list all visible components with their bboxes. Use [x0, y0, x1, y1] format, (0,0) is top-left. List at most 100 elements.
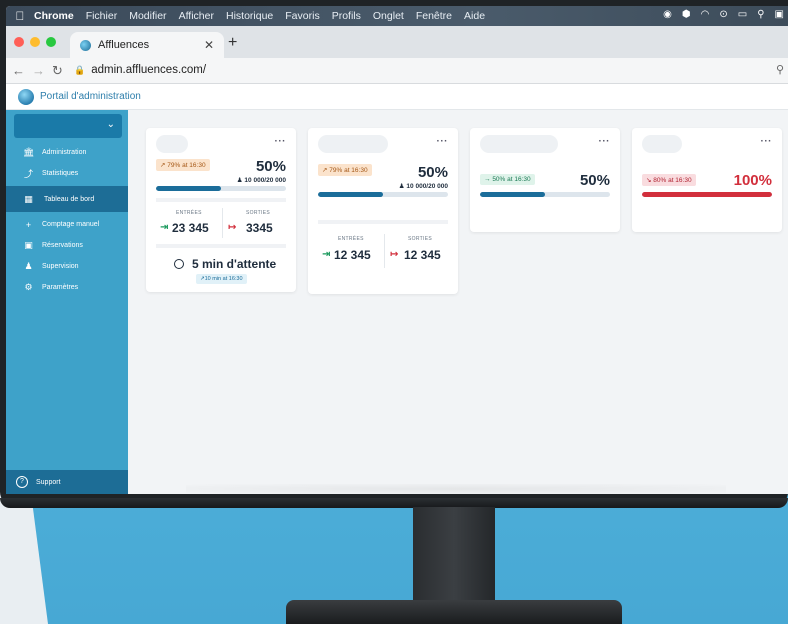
- occupancy-bar: [156, 186, 286, 191]
- card-divider: [156, 244, 286, 248]
- capacity-text: 10 000/20 000: [406, 183, 448, 190]
- wait-trend-badge: ↗10 min at 16:30: [196, 274, 247, 284]
- entries-value: 12 345: [334, 248, 371, 262]
- sidebar-item-label: Tableau de bord: [44, 195, 95, 203]
- sidebar-item-statistiques[interactable]: ⤴ Statistiques: [6, 163, 128, 184]
- occupancy-bar: [642, 192, 772, 197]
- support-link[interactable]: ? Support: [6, 470, 128, 494]
- url-text: admin.affluences.com/: [91, 64, 207, 76]
- card-title-placeholder: [480, 135, 558, 153]
- window-controls: [14, 37, 56, 47]
- trend-badge: ↘ 80% at 16:30: [642, 174, 696, 186]
- apple-icon[interactable]: : [6, 9, 34, 23]
- wait-time: 5 min d'attente: [192, 257, 277, 271]
- occupancy-bar-fill: [318, 192, 383, 197]
- exits-label: SORTIES: [246, 210, 270, 216]
- sidebar: ⌄ 🏛 Administration ⤴ Statistiques ▦ Tabl…: [6, 110, 128, 494]
- more-options-icon[interactable]: ···: [275, 136, 287, 147]
- occupancy-bar-fill: [642, 192, 772, 197]
- close-tab-icon[interactable]: ✕: [204, 38, 214, 52]
- app-header: Portail d'administration: [6, 84, 788, 110]
- bank-icon: 🏛: [23, 147, 35, 157]
- sidebar-item-comptage-manuel[interactable]: + Comptage manuel: [6, 214, 128, 235]
- people-icon: ♟: [24, 261, 33, 271]
- menu-aide[interactable]: Aide: [464, 10, 485, 22]
- portal-title[interactable]: Portail d'administration: [40, 91, 141, 102]
- occupancy-percent: 100%: [733, 172, 772, 189]
- sidebar-item-label: Statistiques: [42, 170, 79, 177]
- affluences-logo[interactable]: [18, 89, 34, 105]
- site-card-3[interactable]: ··· → 50% at 16:30 50%: [470, 128, 620, 232]
- occupancy-bar: [480, 192, 610, 197]
- screen-shadow: [186, 484, 726, 494]
- close-window-icon[interactable]: [14, 37, 24, 47]
- more-options-icon[interactable]: ···: [599, 136, 611, 147]
- zoom-search-icon[interactable]: ⚲: [776, 63, 784, 76]
- back-icon[interactable]: ←: [12, 63, 25, 78]
- support-label: Support: [36, 478, 61, 486]
- monitor-bezel: [0, 498, 788, 508]
- forward-icon[interactable]: →: [32, 63, 45, 78]
- spotlight-icon[interactable]: ⚲: [757, 9, 764, 20]
- trend-badge: ↗ 79% at 16:30: [156, 159, 210, 171]
- trend-badge: → 50% at 16:30: [480, 174, 535, 185]
- control-center-icon[interactable]: ▣: [775, 9, 784, 20]
- sidebar-item-label: Réservations: [42, 242, 83, 249]
- play-icon[interactable]: ⊙: [719, 9, 727, 20]
- capacity-value: ♟ 10 000/20 000: [236, 177, 286, 184]
- trend-text: 79% at 16:30: [167, 162, 206, 169]
- lock-icon[interactable]: 🔒: [74, 65, 85, 75]
- capacity-text: 10 000/20 000: [244, 177, 286, 184]
- menu-profils[interactable]: Profils: [332, 10, 361, 22]
- sidebar-item-supervision[interactable]: ♟ Supervision: [6, 256, 128, 277]
- exits-label: SORTIES: [408, 236, 432, 242]
- sidebar-item-label: Comptage manuel: [42, 221, 100, 228]
- site-card-2[interactable]: ··· ↗ 79% at 16:30 50% ♟ 10 000/20 000 E…: [308, 128, 458, 294]
- exits-value: 12 345: [404, 248, 441, 262]
- reload-icon[interactable]: ↻: [52, 63, 63, 79]
- battery-icon[interactable]: ▭: [738, 9, 747, 20]
- menu-afficher[interactable]: Afficher: [179, 10, 214, 22]
- wifi-icon[interactable]: ◠: [701, 9, 710, 20]
- site-selector[interactable]: ⌄: [14, 114, 122, 138]
- macos-menubar:  Chrome Fichier Modifier Afficher Histo…: [6, 6, 788, 26]
- maximize-window-icon[interactable]: [46, 37, 56, 47]
- url-field[interactable]: 🔒 admin.affluences.com/: [74, 64, 206, 76]
- site-card-1[interactable]: ··· ↗ 79% at 16:30 50% ♟ 10 000/20 000 E…: [146, 128, 296, 292]
- menu-fenetre[interactable]: Fenêtre: [416, 10, 452, 22]
- gear-icon: ⚙: [24, 282, 33, 292]
- menu-historique[interactable]: Historique: [226, 10, 273, 22]
- menu-onglet[interactable]: Onglet: [373, 10, 404, 22]
- occupancy-bar-fill: [480, 192, 545, 197]
- entry-arrow-icon: ⇥: [160, 222, 169, 233]
- sidebar-item-label: Paramètres: [42, 284, 79, 291]
- chevron-down-icon: ⌄: [106, 119, 115, 130]
- entries-label: ENTRÉES: [338, 236, 364, 242]
- eye-icon[interactable]: ◉: [663, 9, 672, 20]
- occupancy-bar-fill: [156, 186, 221, 191]
- dashboard-icon: ▦: [24, 193, 33, 204]
- trend-text: 50% at 16:30: [492, 176, 531, 183]
- shield-icon[interactable]: ⬢: [682, 9, 691, 20]
- sidebar-item-reservations[interactable]: ▣ Réservations: [6, 235, 128, 256]
- entries-value: 23 345: [172, 221, 209, 235]
- card-divider: [318, 220, 448, 224]
- sidebar-item-tableau-de-bord[interactable]: ▦ Tableau de bord: [6, 186, 128, 212]
- menu-modifier[interactable]: Modifier: [129, 10, 166, 22]
- sidebar-item-administration[interactable]: 🏛 Administration: [6, 142, 128, 163]
- status-tray: ◉ ⬢ ◠ ⊙ ▭ ⚲ ▣: [663, 9, 784, 20]
- menu-app-name[interactable]: Chrome: [34, 10, 74, 22]
- menu-fichier[interactable]: Fichier: [86, 10, 118, 22]
- calendar-icon: ▣: [24, 240, 33, 250]
- minimize-window-icon[interactable]: [30, 37, 40, 47]
- more-options-icon[interactable]: ···: [437, 136, 449, 147]
- entry-arrow-icon: ⇥: [322, 249, 331, 260]
- screen:  Chrome Fichier Modifier Afficher Histo…: [6, 6, 788, 494]
- new-tab-icon[interactable]: +: [228, 34, 237, 52]
- site-card-4[interactable]: ··· ↘ 80% at 16:30 100%: [632, 128, 782, 232]
- sidebar-item-parametres[interactable]: ⚙ Paramètres: [6, 277, 128, 298]
- tab-affluences[interactable]: Affluences ✕: [70, 32, 224, 58]
- menu-favoris[interactable]: Favoris: [285, 10, 319, 22]
- more-options-icon[interactable]: ···: [761, 136, 773, 147]
- occupancy-percent: 50%: [579, 172, 610, 189]
